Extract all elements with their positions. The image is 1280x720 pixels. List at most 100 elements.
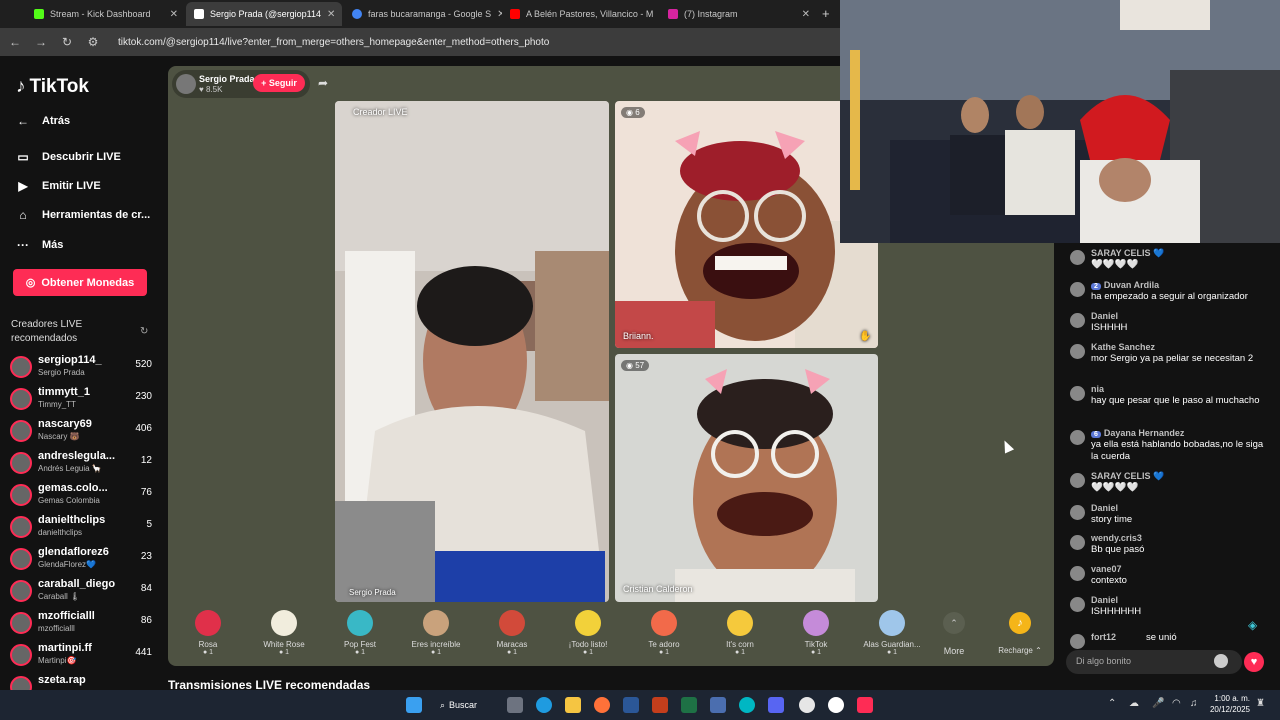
avatar [1070, 535, 1085, 550]
nav-more[interactable]: ··· Más [16, 238, 156, 252]
avatar [1070, 566, 1085, 581]
refresh-icon[interactable]: ↻ [140, 326, 148, 337]
wifi-icon[interactable]: ◠ [1172, 698, 1181, 709]
back-link[interactable]: ← Atrás [16, 114, 156, 128]
close-icon[interactable]: ✕ [170, 9, 178, 20]
gift-item[interactable]: ¡Todo listo! ● 1 [553, 608, 623, 662]
app-icon[interactable] [739, 697, 755, 713]
gift-item[interactable]: Pop Fest ● 1 [325, 608, 395, 662]
reload-icon[interactable]: ↻ [60, 35, 74, 49]
share-icon[interactable]: ➦ [318, 76, 328, 90]
avatar[interactable] [176, 74, 196, 94]
tab-label: Sergio Prada (@sergiop114 [210, 9, 322, 19]
creator-item[interactable]: danielthclips danielthclips 5 [10, 514, 152, 544]
taskbar-search[interactable]: ⌕ Buscar [440, 696, 488, 714]
browser-tab[interactable]: (7) Instagram ✕ [660, 2, 818, 26]
new-tab-icon[interactable]: + [822, 6, 830, 21]
browser-tab-active[interactable]: Sergio Prada (@sergiop114 ✕ [186, 2, 342, 26]
viewer-count: 23 [140, 551, 152, 562]
chevron-up-icon[interactable]: ⌃ [1108, 698, 1116, 709]
creator-item[interactable]: gemas.colo... Gemas Colombia 76 [10, 482, 152, 512]
cloud-icon[interactable]: ☁ [1129, 698, 1139, 709]
recharge-button[interactable]: ♪ Recharge ⌃ [994, 608, 1046, 662]
heart-icon[interactable]: ♥ [1244, 652, 1264, 672]
avatar [10, 484, 32, 506]
chrome-icon[interactable] [799, 697, 815, 713]
creator-item[interactable]: timmytt_1 Timmy_TT 230 [10, 386, 152, 416]
emoji-icon[interactable] [1214, 654, 1228, 668]
get-coins-button[interactable]: ◎ Obtener Monedas [13, 269, 147, 296]
windows-start-icon[interactable] [406, 697, 422, 713]
gift-price-value: 1 [361, 649, 366, 656]
chat-text: Bb que pasó [1091, 544, 1145, 555]
host-name[interactable]: Sergio Prada [199, 74, 255, 84]
chat-name: Daniel [1091, 503, 1118, 513]
creator-item[interactable]: caraball_diego Caraball 🌡 84 [10, 578, 152, 608]
creator-item[interactable]: nascary69 Nascary 🐻 406 [10, 418, 152, 448]
gift-icon [803, 610, 829, 636]
more-gifts-button[interactable]: ⌃ More [930, 608, 978, 662]
tiktok-icon[interactable] [857, 697, 873, 713]
mic-icon[interactable]: 🎤 [1152, 698, 1164, 709]
tiktok-logo[interactable]: ♪ TikTok [16, 76, 89, 98]
gift-icon[interactable]: ◈ [1248, 618, 1257, 632]
search-icon: ⌕ [440, 699, 446, 710]
gift-item[interactable]: Maracas ● 1 [477, 608, 547, 662]
gift-item[interactable]: Te adoro ● 1 [629, 608, 699, 662]
guest-video[interactable]: ◉ 57 Cristian Calderon [615, 354, 878, 602]
close-icon[interactable]: ✕ [327, 9, 335, 20]
forward-arrow-icon[interactable]: → [34, 35, 48, 49]
follow-button[interactable]: + Seguir [253, 74, 305, 92]
creator-username: sergiop114_ [38, 354, 102, 366]
tab-label: faras bucaramanga - Google S [368, 9, 492, 19]
close-icon[interactable]: ✕ [802, 9, 810, 20]
video-frame [615, 354, 878, 602]
main-video[interactable]: Creador LIVE Sergio Prada [335, 101, 609, 602]
chat-text: contexto [1091, 575, 1127, 586]
creator-item[interactable]: sergiop114_ Sergio Prada 520 [10, 354, 152, 384]
gift-item[interactable]: Eres increíble ● 1 [401, 608, 471, 662]
url-field[interactable]: tiktok.com/@sergiop114/live?enter_from_m… [118, 37, 549, 48]
chat-name: SARAY CELIS 💙 [1091, 248, 1164, 259]
nav-discover-live[interactable]: ▭ Descubrir LIVE [16, 150, 156, 164]
avatar [1070, 634, 1085, 649]
word-icon[interactable] [623, 697, 639, 713]
clock[interactable]: 1:00 a. m. 20/12/2025 [1208, 693, 1250, 715]
firefox-icon[interactable] [594, 697, 610, 713]
gift-item[interactable]: TikTok ● 1 [781, 608, 851, 662]
task-view-icon[interactable] [507, 697, 523, 713]
gift-item[interactable]: Rosa ● 1 [173, 608, 243, 662]
powerpoint-icon[interactable] [652, 697, 668, 713]
creator-item[interactable]: mzofficialll mzofficialll 86 [10, 610, 152, 640]
browser-tab[interactable]: A Belén Pastores, Villancico - M ✕ [502, 2, 660, 26]
creator-display-name: GlendaFlorez💙 [38, 560, 96, 569]
gift-name: It's corn [726, 640, 754, 649]
browser-tab[interactable]: faras bucaramanga - Google S ✕ [344, 2, 502, 26]
chat-text: ISHHHHHH [1091, 606, 1142, 617]
gift-icon [423, 610, 449, 636]
site-info-icon[interactable]: ⚙ [86, 35, 100, 49]
nav-creator-tools[interactable]: ⌂ Herramientas de cr... [16, 208, 156, 222]
creator-username: glendaflorez6 [38, 546, 109, 558]
chat-message[interactable]: fort12 se unió [1070, 632, 1270, 649]
excel-icon[interactable] [681, 697, 697, 713]
volume-icon[interactable]: ♫ [1190, 698, 1198, 709]
gift-item[interactable]: It's corn ● 1 [705, 608, 775, 662]
gift-icon [271, 610, 297, 636]
app-icon[interactable] [710, 697, 726, 713]
gift-item[interactable]: White Rose ● 1 [249, 608, 319, 662]
edge-icon[interactable] [536, 697, 552, 713]
nav-go-live[interactable]: ▶ Emitir LIVE [16, 179, 156, 193]
guest-video[interactable]: ◉ 6 Briiann. ✋ [615, 101, 878, 348]
obs-icon[interactable] [828, 697, 844, 713]
browser-tab[interactable]: Stream - Kick Dashboard ✕ [26, 2, 186, 26]
creator-item[interactable]: martinpi.ff Martinpi🎯 441 [10, 642, 152, 672]
viewer-count: 84 [140, 583, 152, 594]
discord-icon[interactable] [768, 697, 784, 713]
back-arrow-icon[interactable]: ← [8, 35, 22, 49]
folder-icon[interactable] [565, 697, 581, 713]
creator-item[interactable]: andreslegula... Andrés Leguia 🦙 12 [10, 450, 152, 480]
notification-bell-icon[interactable]: ♜ [1256, 698, 1265, 709]
creator-item[interactable]: glendaflorez6 GlendaFlorez💙 23 [10, 546, 152, 576]
gift-item[interactable]: Alas Guardian... ● 1 [857, 608, 927, 662]
